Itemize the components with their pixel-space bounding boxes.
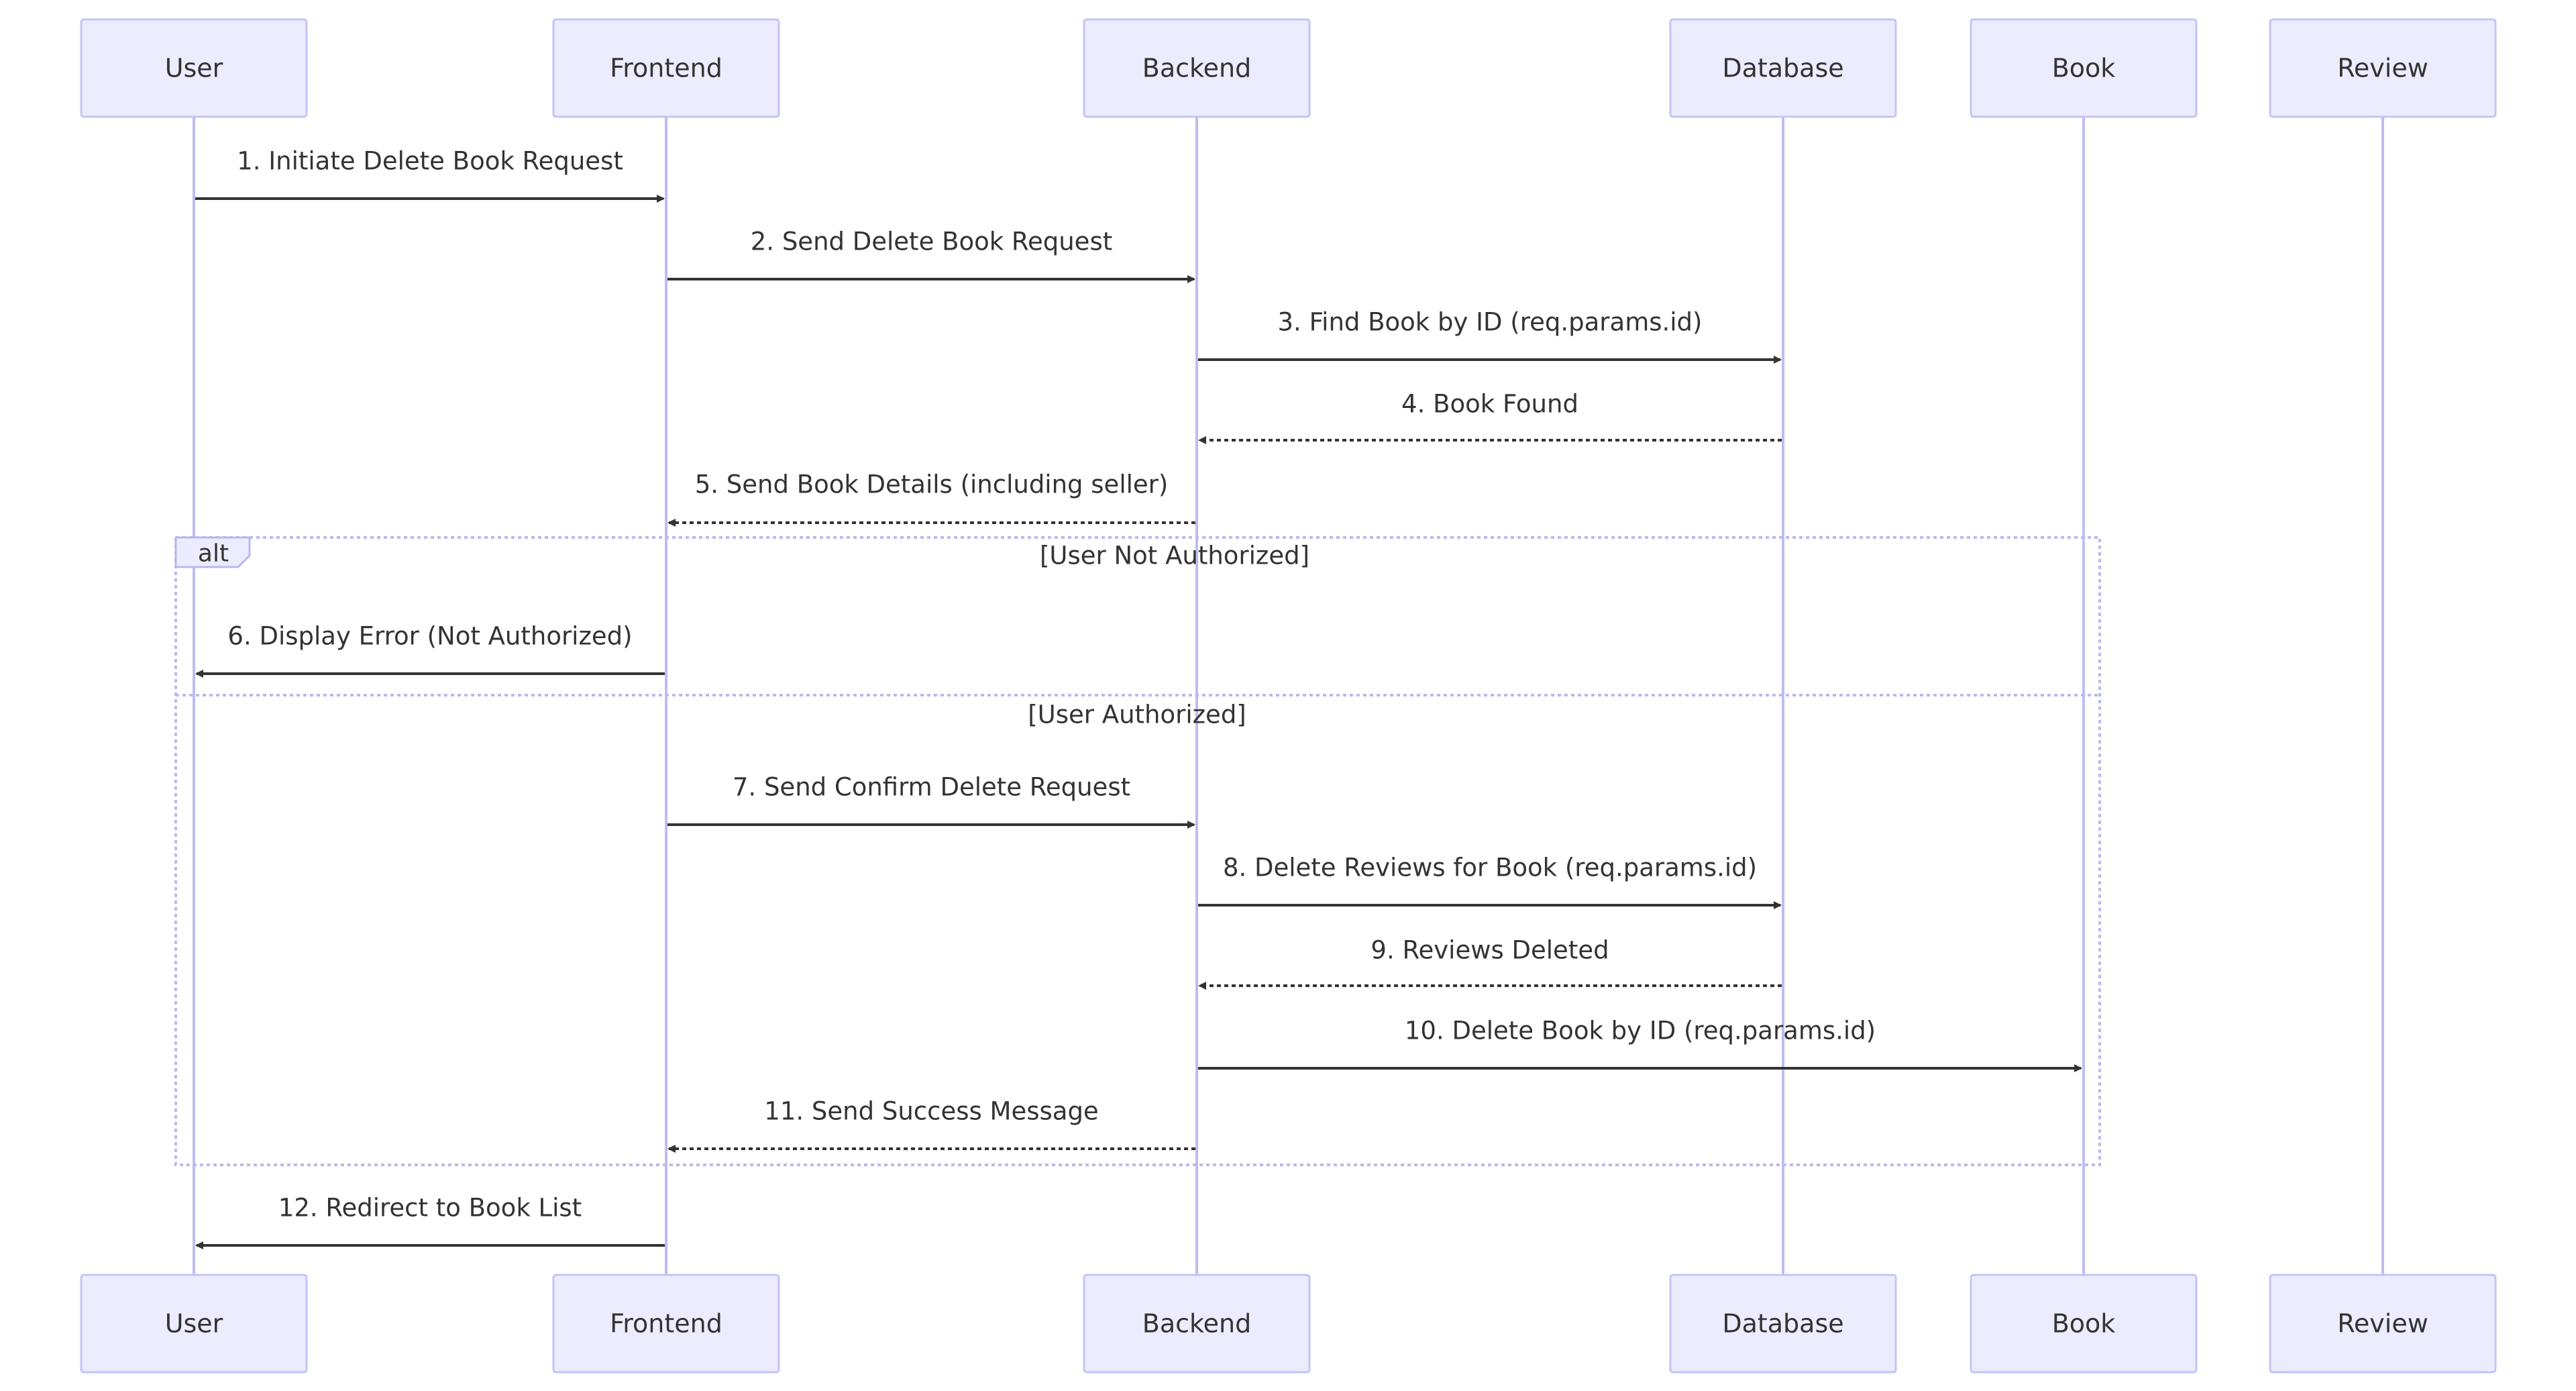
message-7: 7. Send Confirm Delete Request bbox=[667, 773, 1195, 829]
actor-user-top[interactable]: User bbox=[80, 18, 308, 118]
actor-label: Database bbox=[1722, 54, 1843, 83]
actor-frontend-top[interactable]: Frontend bbox=[552, 18, 780, 118]
actor-book-bottom[interactable]: Book bbox=[1970, 1274, 2198, 1374]
actors: User User Frontend Frontend Backend Backend Da… bbox=[80, 18, 2497, 1374]
actor-label: Book bbox=[2052, 54, 2116, 83]
message-5: 5. Send Book Details (including seller) bbox=[667, 470, 1195, 527]
actor-label: User bbox=[165, 54, 223, 83]
actor-database-top[interactable]: Database bbox=[1669, 18, 1897, 118]
actor-label: Backend bbox=[1142, 54, 1251, 83]
message-11: 11. Send Success Message bbox=[667, 1097, 1195, 1153]
message-1: 1. Initiate Delete Book Request bbox=[195, 147, 665, 203]
actor-backend-bottom[interactable]: Backend bbox=[1083, 1274, 1311, 1374]
message-label: 5. Send Book Details (including seller) bbox=[695, 470, 1169, 499]
message-label: 2. Send Delete Book Request bbox=[751, 227, 1112, 256]
actor-label: Review bbox=[2337, 1309, 2428, 1339]
message-8: 8. Delete Reviews for Book (req.params.i… bbox=[1198, 854, 1782, 909]
actor-label: User bbox=[165, 1309, 223, 1339]
actor-review-top[interactable]: Review bbox=[2269, 18, 2497, 118]
actor-label: Frontend bbox=[610, 54, 722, 83]
actor-backend-top[interactable]: Backend bbox=[1083, 18, 1311, 118]
message-label: 8. Delete Reviews for Book (req.params.i… bbox=[1223, 854, 1757, 882]
actor-label: Database bbox=[1722, 1309, 1843, 1339]
actor-label: Book bbox=[2052, 1309, 2116, 1339]
message-label: 7. Send Confirm Delete Request bbox=[733, 773, 1130, 802]
message-label: 11. Send Success Message bbox=[764, 1097, 1098, 1126]
message-6: 6. Display Error (Not Authorized) bbox=[195, 622, 665, 678]
message-label: 6. Display Error (Not Authorized) bbox=[227, 622, 632, 651]
message-label: 4. Book Found bbox=[1401, 390, 1578, 419]
message-label: 12. Redirect to Book List bbox=[278, 1194, 582, 1223]
message-3: 3. Find Book by ID (req.params.id) bbox=[1198, 308, 1782, 364]
message-label: 10. Delete Book by ID (req.params.id) bbox=[1405, 1017, 1876, 1045]
message-12: 12. Redirect to Book List bbox=[195, 1194, 665, 1249]
message-4: 4. Book Found bbox=[1198, 390, 1782, 444]
actor-user-bottom[interactable]: User bbox=[80, 1274, 308, 1374]
message-10: 10. Delete Book by ID (req.params.id) bbox=[1198, 1017, 2082, 1072]
actor-label: Review bbox=[2337, 54, 2428, 83]
actor-label: Frontend bbox=[610, 1309, 722, 1339]
actor-database-bottom[interactable]: Database bbox=[1669, 1274, 1897, 1374]
message-label: 9. Reviews Deleted bbox=[1371, 936, 1609, 965]
message-9: 9. Reviews Deleted bbox=[1198, 936, 1782, 990]
actor-book-top[interactable]: Book bbox=[1970, 18, 2198, 118]
actor-label: Backend bbox=[1142, 1309, 1251, 1339]
alt-label: alt bbox=[198, 540, 229, 568]
message-label: 3. Find Book by ID (req.params.id) bbox=[1278, 308, 1703, 337]
alt-condition-not-authorized: [User Not Authorized] bbox=[1040, 542, 1309, 570]
sequence-diagram: alt [User Not Authorized] [User Authoriz… bbox=[80, 18, 2497, 1374]
message-label: 1. Initiate Delete Book Request bbox=[237, 147, 623, 176]
actor-review-bottom[interactable]: Review bbox=[2269, 1274, 2497, 1374]
alt-condition-authorized: [User Authorized] bbox=[1028, 701, 1246, 729]
actor-frontend-bottom[interactable]: Frontend bbox=[552, 1274, 780, 1374]
message-2: 2. Send Delete Book Request bbox=[667, 227, 1195, 283]
